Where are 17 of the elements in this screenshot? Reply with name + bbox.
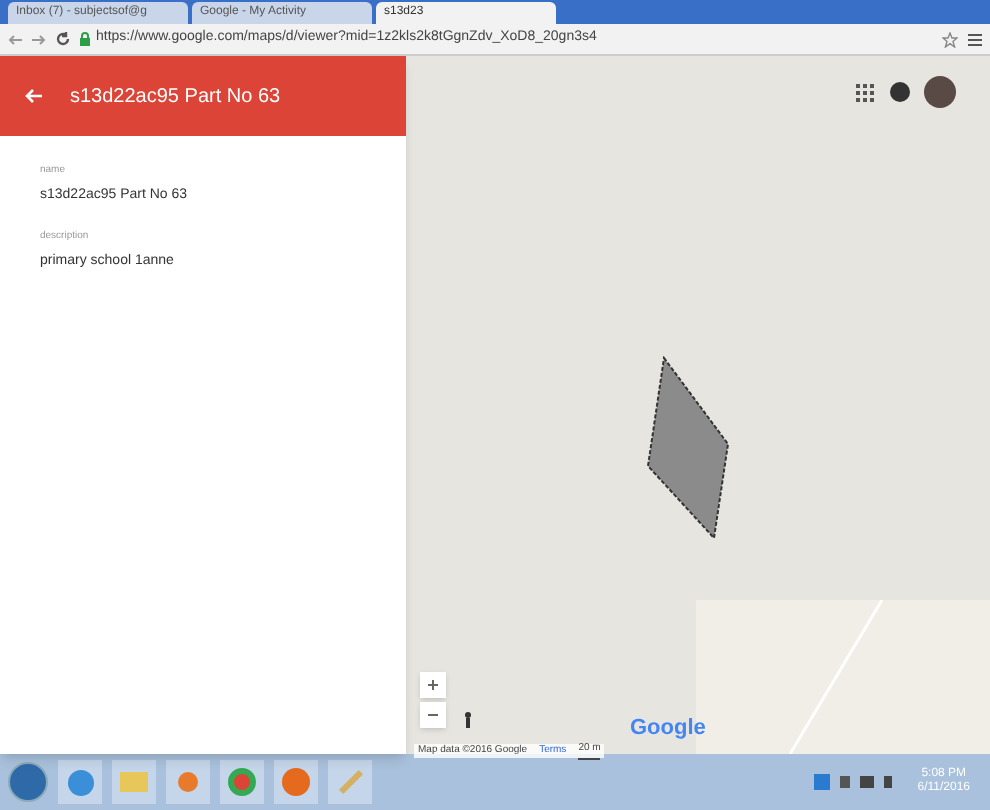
plus-icon [428, 680, 438, 690]
map-logo: Google [630, 714, 706, 744]
reload-icon[interactable] [56, 32, 70, 46]
minus-icon [428, 710, 438, 720]
apps-grid-icon[interactable] [856, 84, 874, 102]
pegman-icon[interactable] [464, 712, 472, 728]
back-arrow-icon[interactable] [24, 88, 42, 104]
star-icon[interactable] [942, 31, 958, 47]
zoom-out-button[interactable] [420, 702, 446, 728]
menu-icon[interactable] [968, 33, 982, 45]
back-icon[interactable] [8, 33, 22, 45]
forward-icon[interactable] [32, 33, 46, 45]
zoom-in-button[interactable] [420, 672, 446, 698]
avatar-icon[interactable] [924, 76, 956, 108]
lock-icon [80, 32, 90, 46]
panel-title: s13d22ac95 Part No 63 [70, 83, 281, 111]
start-button[interactable] [8, 762, 48, 802]
